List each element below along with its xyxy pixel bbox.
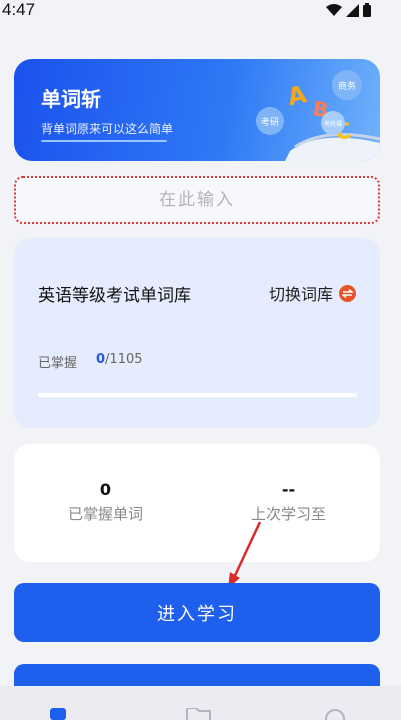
total-count: /1105 xyxy=(105,352,143,367)
book-illustration-icon: A B C 商务 考研 考托福 xyxy=(256,70,380,161)
status-bar: 4:47 xyxy=(0,0,401,22)
search-input[interactable] xyxy=(16,177,378,223)
stat-last-study-value: -- xyxy=(281,480,296,499)
bubble-label-kaoyan: 考研 xyxy=(261,117,279,128)
progress-bar xyxy=(38,393,357,397)
stat-last-study-label: 上次学习至 xyxy=(250,505,326,523)
switch-library-button[interactable]: 切换词库 xyxy=(269,281,356,305)
profile-icon[interactable] xyxy=(324,708,346,720)
stat-mastered-label: 已掌握单词 xyxy=(67,505,143,523)
mastered-label: 已掌握 xyxy=(38,356,78,371)
status-time: 4:47 xyxy=(2,0,36,19)
signal-icon xyxy=(346,3,359,17)
mastered-number: 0 xyxy=(96,352,106,367)
word-library-card: 英语等级考试单词库 切换词库 已掌握 0/1105 xyxy=(14,238,380,428)
search-box[interactable] xyxy=(14,176,380,224)
banner-subtitle: 背单词原来可以这么简单 xyxy=(41,122,174,136)
svg-text:A: A xyxy=(285,80,309,111)
switch-library-label: 切换词库 xyxy=(268,285,333,304)
stats-card: 0 已掌握单词 -- 上次学习至 xyxy=(14,444,380,562)
banner-underline xyxy=(41,140,167,142)
bottom-nav xyxy=(0,686,401,720)
bubble-label-toefl: 考托福 xyxy=(324,120,342,128)
home-icon[interactable] xyxy=(48,708,70,720)
banner-title: 单词斩 xyxy=(41,87,101,111)
folder-icon[interactable] xyxy=(186,708,212,720)
library-name: 英语等级考试单词库 xyxy=(38,286,191,306)
annotation-arrow-icon xyxy=(228,521,262,588)
start-learning-button[interactable]: 进入学习 xyxy=(14,583,380,642)
status-icons xyxy=(326,3,371,17)
bubble-label-business: 商务 xyxy=(338,80,356,92)
stat-last-study: -- 上次学习至 xyxy=(197,480,380,524)
battery-icon xyxy=(363,3,371,17)
stat-mastered-value: 0 xyxy=(99,480,112,499)
switch-icon xyxy=(339,284,356,302)
banner[interactable]: 单词斩 背单词原来可以这么简单 A B C 商务 考研 考托福 xyxy=(14,59,380,161)
wifi-icon xyxy=(326,3,342,16)
stat-mastered-words: 0 已掌握单词 xyxy=(14,480,197,524)
mastered-count: 0/1105 xyxy=(96,352,143,367)
